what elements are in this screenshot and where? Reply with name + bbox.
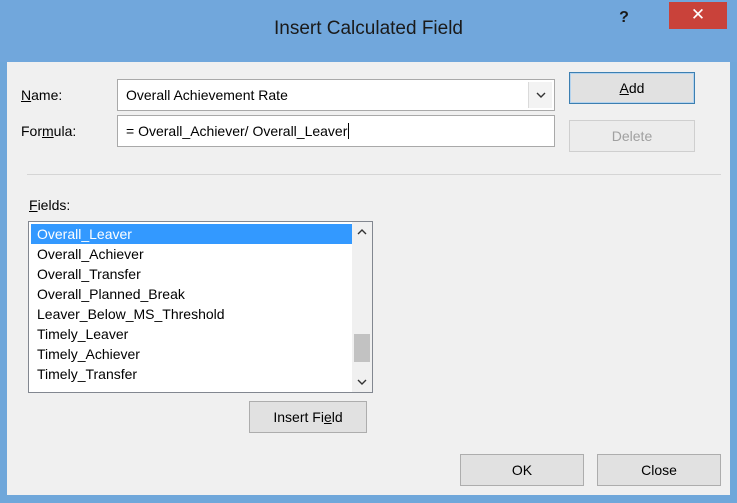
- delete-button[interactable]: Delete: [569, 120, 695, 152]
- list-item[interactable]: Overall_Achiever: [31, 244, 352, 264]
- text-caret: [348, 123, 350, 139]
- name-combobox[interactable]: Overall Achievement Rate: [117, 79, 555, 111]
- list-item[interactable]: Leaver_Below_MS_Threshold: [31, 304, 352, 324]
- name-label-rest: ame:: [31, 87, 63, 103]
- name-input[interactable]: Overall Achievement Rate: [126, 87, 288, 103]
- list-item[interactable]: Overall_Transfer: [31, 264, 352, 284]
- insert-field-rest: ld: [331, 409, 343, 425]
- add-button-rest: dd: [628, 80, 645, 96]
- fields-listbox[interactable]: Overall_Leaver Overall_Achiever Overall_…: [28, 221, 373, 393]
- formula-label: Formula:: [21, 123, 76, 139]
- scrollbar-thumb[interactable]: [354, 334, 370, 362]
- dialog-body: Name: Overall Achievement Rate Formula: …: [7, 62, 730, 495]
- fields-scrollbar[interactable]: [352, 222, 372, 392]
- list-item[interactable]: Timely_Leaver: [31, 324, 352, 344]
- separator: [27, 174, 721, 175]
- add-button[interactable]: Add: [569, 72, 695, 104]
- formula-label-rest: ula:: [53, 123, 77, 139]
- formula-text[interactable]: = Overall_Achiever/ Overall_Leaver: [126, 123, 350, 139]
- formula-label-pre: For: [21, 123, 42, 139]
- fields-label-mnemonic: F: [29, 197, 38, 213]
- list-item[interactable]: Overall_Planned_Break: [31, 284, 352, 304]
- list-item[interactable]: Timely_Transfer: [31, 364, 352, 384]
- list-item[interactable]: Overall_Leaver: [31, 224, 352, 244]
- name-label-mnemonic: N: [21, 87, 32, 103]
- chevron-up-icon[interactable]: [352, 222, 372, 242]
- chevron-down-icon[interactable]: [352, 372, 372, 392]
- close-window-button[interactable]: ✕: [669, 2, 727, 29]
- ok-button[interactable]: OK: [460, 454, 584, 486]
- add-button-mnemonic: A: [619, 80, 629, 96]
- title-bar[interactable]: Insert Calculated Field ? ✕: [0, 0, 737, 62]
- fields-label: Fields:: [29, 197, 70, 213]
- formula-value: = Overall_Achiever/ Overall_Leaver: [126, 123, 348, 139]
- name-label: Name:: [21, 87, 62, 103]
- insert-calculated-field-dialog: Insert Calculated Field ? ✕ Name: Overal…: [0, 0, 737, 503]
- chevron-down-icon[interactable]: [528, 82, 552, 108]
- help-button[interactable]: ?: [612, 7, 636, 31]
- close-button[interactable]: Close: [597, 454, 721, 486]
- formula-field[interactable]: = Overall_Achiever/ Overall_Leaver: [117, 115, 555, 147]
- insert-field-pre: Insert Fi: [273, 409, 324, 425]
- insert-field-button[interactable]: Insert Field: [249, 401, 367, 433]
- insert-field-mnemonic: e: [323, 409, 332, 425]
- list-item[interactable]: Timely_Achiever: [31, 344, 352, 364]
- formula-label-mnemonic: m: [42, 123, 54, 139]
- fields-label-rest: ields:: [37, 197, 71, 213]
